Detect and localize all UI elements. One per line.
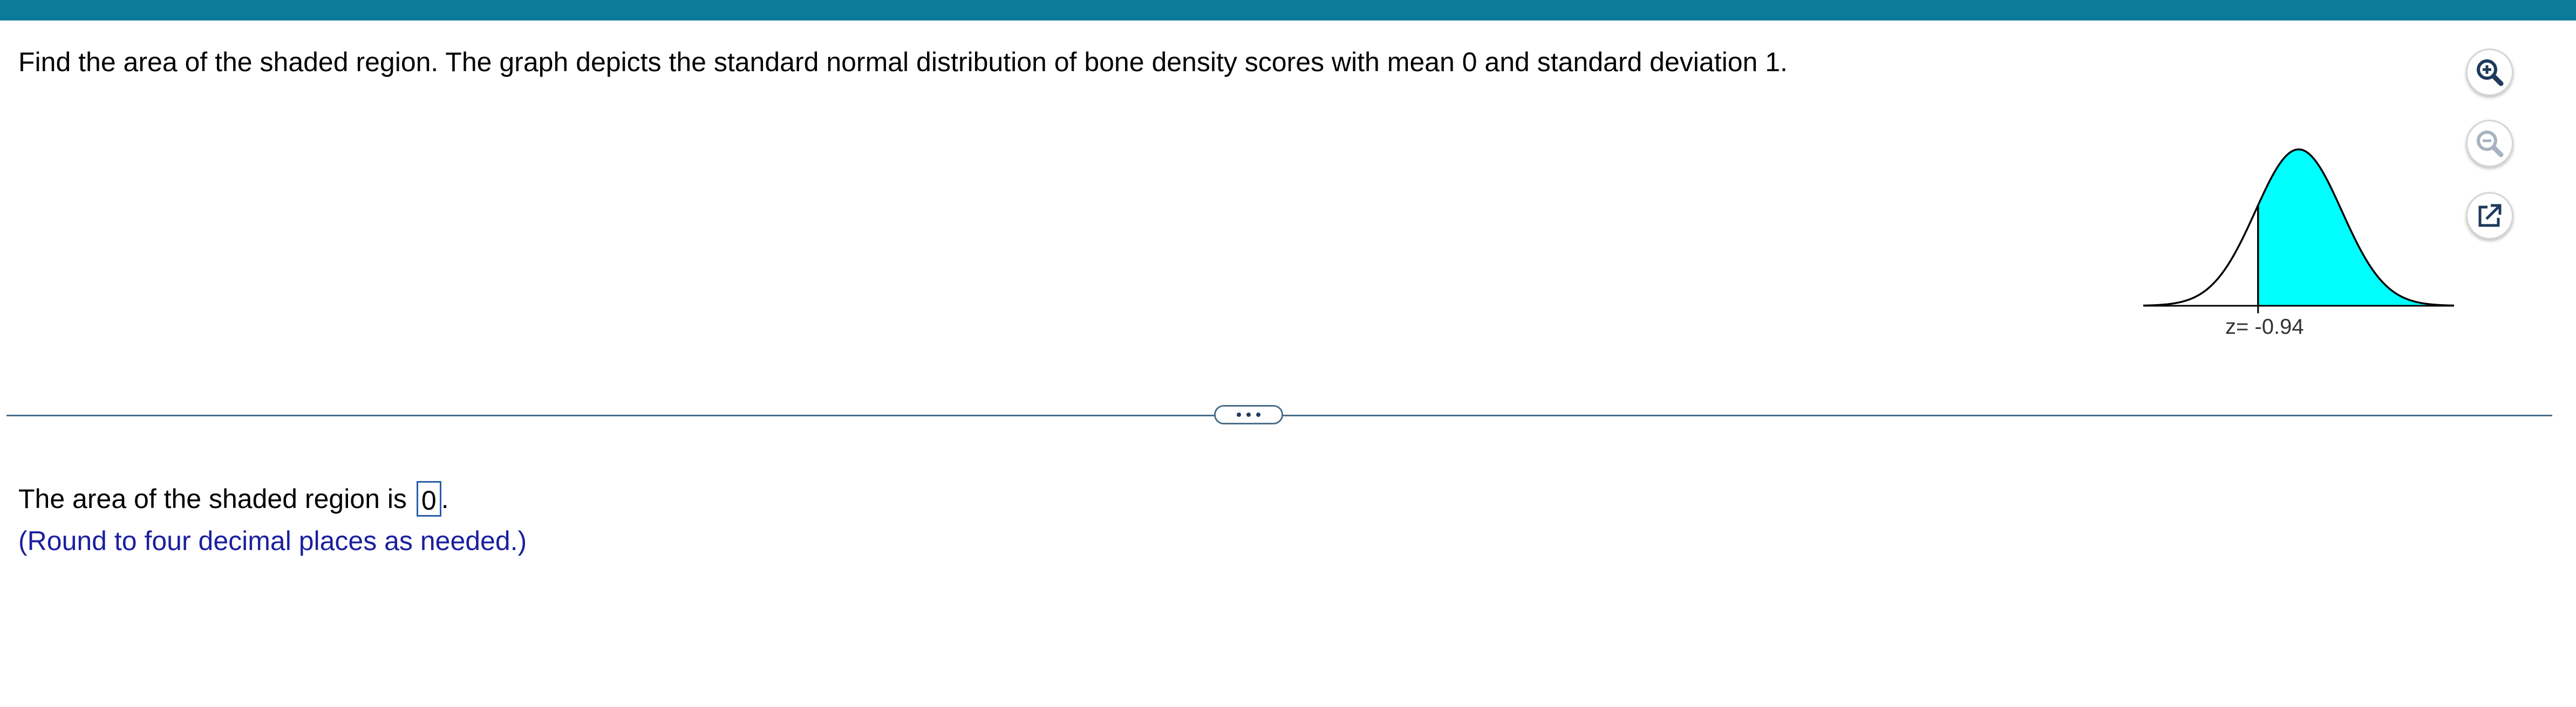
z-score-label: z= -0.94 [2225, 315, 2304, 339]
dot-icon [1246, 413, 1251, 417]
top-bar [0, 0, 2576, 20]
rounding-hint: (Round to four decimal places as needed.… [18, 526, 527, 556]
answer-line: The area of the shaded region is 0 . [18, 481, 449, 517]
dot-icon [1256, 413, 1260, 417]
expand-more-button[interactable] [1214, 405, 1283, 424]
normal-distribution-graph: z= -0.94 [2137, 116, 2461, 353]
zoom-out-button[interactable] [2466, 120, 2513, 167]
external-link-icon [2478, 204, 2502, 227]
normal-curve-svg: z= -0.94 [2143, 148, 2455, 339]
zoom-in-button[interactable] [2466, 49, 2513, 96]
zoom-in-icon [2477, 59, 2504, 86]
zoom-out-icon [2477, 131, 2504, 157]
shaded-region [2258, 149, 2454, 306]
answer-input[interactable]: 0 [416, 481, 441, 517]
answer-suffix: . [441, 484, 449, 514]
question-text: Find the area of the shaded region. The … [18, 47, 1788, 77]
dot-icon [1237, 413, 1241, 417]
answer-prefix: The area of the shaded region is [18, 484, 407, 514]
popout-button[interactable] [2466, 192, 2513, 239]
